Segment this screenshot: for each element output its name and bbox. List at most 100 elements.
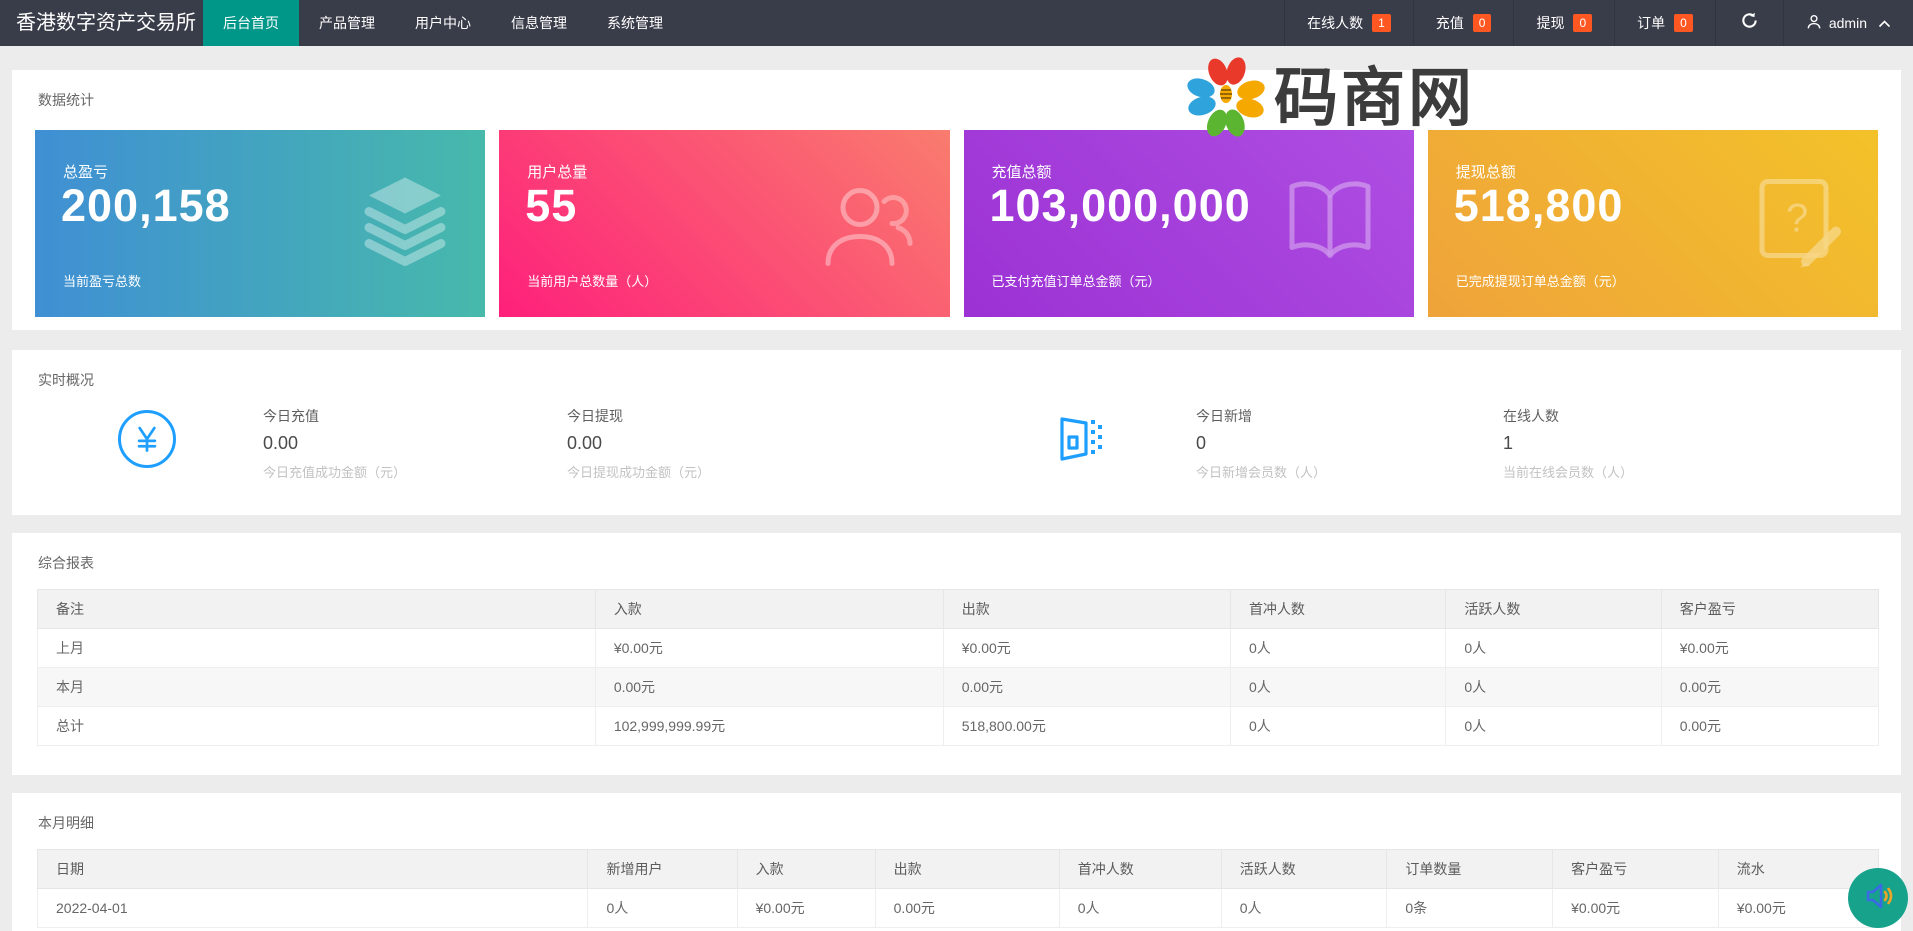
panel-summary-report: 综合报表 备注 入款 出款 首冲人数 活跃人数 客户盈亏 上月 ¥0.00元 ¥…: [12, 533, 1901, 775]
stat-desc: 今日新增会员数（人）: [1196, 462, 1326, 481]
stat-desc: 今日提现成功金额（元）: [567, 462, 710, 481]
cell: 0条: [1387, 889, 1553, 928]
status-badge: 0: [1573, 14, 1592, 32]
col-header: 新增用户: [588, 850, 737, 889]
layers-icon: [357, 171, 453, 276]
nav-item-products[interactable]: 产品管理: [299, 0, 395, 46]
status-label: 充值: [1436, 13, 1464, 33]
cell: 本月: [38, 668, 596, 707]
stat-desc: 当前在线会员数（人）: [1503, 462, 1633, 481]
top-navbar: 香港数字资产交易所 后台首页 产品管理 用户中心 信息管理 系统管理 在线人数 …: [0, 0, 1913, 46]
col-header: 活跃人数: [1221, 850, 1387, 889]
cell: 上月: [38, 629, 596, 668]
panel-month-detail: 本月明细 日期 新增用户 入款 出款 首冲人数 活跃人数 订单数量 客户盈亏 流…: [12, 793, 1901, 931]
status-badge: 0: [1473, 14, 1492, 32]
refresh-button[interactable]: [1715, 0, 1783, 46]
col-header: 入款: [595, 590, 943, 629]
cell: ¥0.00元: [737, 889, 875, 928]
card-desc: 当前用户总数量（人）: [527, 271, 657, 290]
refresh-icon: [1740, 11, 1759, 35]
memo-question-icon: ?: [1750, 173, 1846, 274]
status-withdraw[interactable]: 提现 0: [1513, 0, 1614, 46]
app-title: 香港数字资产交易所: [0, 0, 203, 46]
col-header: 活跃人数: [1446, 590, 1661, 629]
user-menu[interactable]: admin: [1783, 0, 1913, 46]
users-icon: [818, 171, 918, 276]
cell: 0人: [1446, 629, 1661, 668]
panel-title: 综合报表: [12, 533, 1901, 573]
status-orders[interactable]: 订单 0: [1614, 0, 1715, 46]
cell: 0人: [1230, 707, 1445, 746]
col-header: 入款: [737, 850, 875, 889]
realtime-stat-today-recharge: 今日充值 0.00 今日充值成功金额（元）: [263, 406, 406, 481]
card-total-withdraw: 提现总额 518,800 已完成提现订单总金额（元） ?: [1428, 130, 1878, 317]
col-header: 备注: [38, 590, 596, 629]
navbar-right: 在线人数 1 充值 0 提现 0 订单 0 admin: [1284, 0, 1913, 46]
table-header-row: 备注 入款 出款 首冲人数 活跃人数 客户盈亏: [38, 590, 1879, 629]
realtime-stat-today-new: 今日新增 0 今日新增会员数（人）: [1196, 406, 1326, 481]
card-value: 518,800: [1454, 180, 1624, 232]
status-online-count[interactable]: 在线人数 1: [1284, 0, 1413, 46]
cell: ¥0.00元: [1661, 629, 1878, 668]
realtime-stat-online: 在线人数 1 当前在线会员数（人）: [1503, 406, 1633, 481]
status-recharge[interactable]: 充值 0: [1413, 0, 1514, 46]
cell: 102,999,999.99元: [595, 707, 943, 746]
card-value: 55: [525, 180, 577, 232]
col-header: 出款: [875, 850, 1059, 889]
speaker-icon: [1861, 879, 1895, 918]
card-label: 用户总量: [527, 161, 587, 182]
col-header: 出款: [943, 590, 1230, 629]
cell: ¥0.00元: [595, 629, 943, 668]
status-label: 提现: [1536, 13, 1564, 33]
floating-audio-button[interactable]: [1848, 868, 1908, 928]
nav-item-info[interactable]: 信息管理: [491, 0, 587, 46]
card-desc: 当前盈亏总数: [63, 271, 141, 290]
cell: 0人: [1230, 668, 1445, 707]
cell: 0.00元: [595, 668, 943, 707]
card-label: 提现总额: [1456, 161, 1516, 182]
col-header: 订单数量: [1387, 850, 1553, 889]
cell: 0.00元: [875, 889, 1059, 928]
nav-item-system[interactable]: 系统管理: [587, 0, 683, 46]
card-value: 200,158: [61, 180, 231, 232]
main-menu: 后台首页 产品管理 用户中心 信息管理 系统管理: [203, 0, 683, 46]
chevron-up-icon: [1878, 15, 1891, 31]
cell: 0.00元: [1661, 668, 1878, 707]
panel-data-statistics: 数据统计 总盈亏 200,158 当前盈亏总数 用户总量 55 当前用户总数量（…: [12, 70, 1901, 330]
svg-text:?: ?: [1786, 196, 1808, 240]
card-label: 充值总额: [992, 161, 1052, 182]
cell: 518,800.00元: [943, 707, 1230, 746]
card-total-recharge: 充值总额 103,000,000 已支付充值订单总金额（元）: [964, 130, 1414, 317]
status-badge: 0: [1674, 14, 1693, 32]
col-header: 客户盈亏: [1661, 590, 1878, 629]
status-label: 在线人数: [1307, 13, 1363, 33]
door-icon: [1053, 412, 1105, 469]
realtime-stat-today-withdraw: 今日提现 0.00 今日提现成功金额（元）: [567, 406, 710, 481]
card-total-users: 用户总量 55 当前用户总数量（人）: [499, 130, 949, 317]
cell: ¥0.00元: [943, 629, 1230, 668]
cell: 总计: [38, 707, 596, 746]
col-header: 日期: [38, 850, 588, 889]
cell: 0人: [588, 889, 737, 928]
table-row: 本月 0.00元 0.00元 0人 0人 0.00元: [38, 668, 1879, 707]
cell: 0.00元: [1661, 707, 1878, 746]
stat-label: 今日提现: [567, 406, 710, 426]
panel-title: 数据统计: [12, 70, 1901, 110]
panel-realtime-overview: 实时概况 今日充值 0.00 今日充值成功金额（元） 今日提现 0.00 今日提…: [12, 350, 1901, 515]
col-header: 首冲人数: [1059, 850, 1221, 889]
table-row: 总计 102,999,999.99元 518,800.00元 0人 0人 0.0…: [38, 707, 1879, 746]
stat-value: 0.00: [263, 433, 406, 454]
table-header-row: 日期 新增用户 入款 出款 首冲人数 活跃人数 订单数量 客户盈亏 流水: [38, 850, 1879, 889]
stat-label: 今日充值: [263, 406, 406, 426]
cell: 0人: [1446, 707, 1661, 746]
cell: ¥0.00元: [1553, 889, 1719, 928]
cell: 2022-04-01: [38, 889, 588, 928]
col-header: 首冲人数: [1230, 590, 1445, 629]
user-name: admin: [1829, 15, 1867, 31]
stat-label: 今日新增: [1196, 406, 1326, 426]
cell: 0人: [1059, 889, 1221, 928]
nav-item-home[interactable]: 后台首页: [203, 0, 299, 46]
nav-item-users[interactable]: 用户中心: [395, 0, 491, 46]
stat-value: 0: [1196, 433, 1326, 454]
panel-title: 本月明细: [12, 793, 1901, 833]
